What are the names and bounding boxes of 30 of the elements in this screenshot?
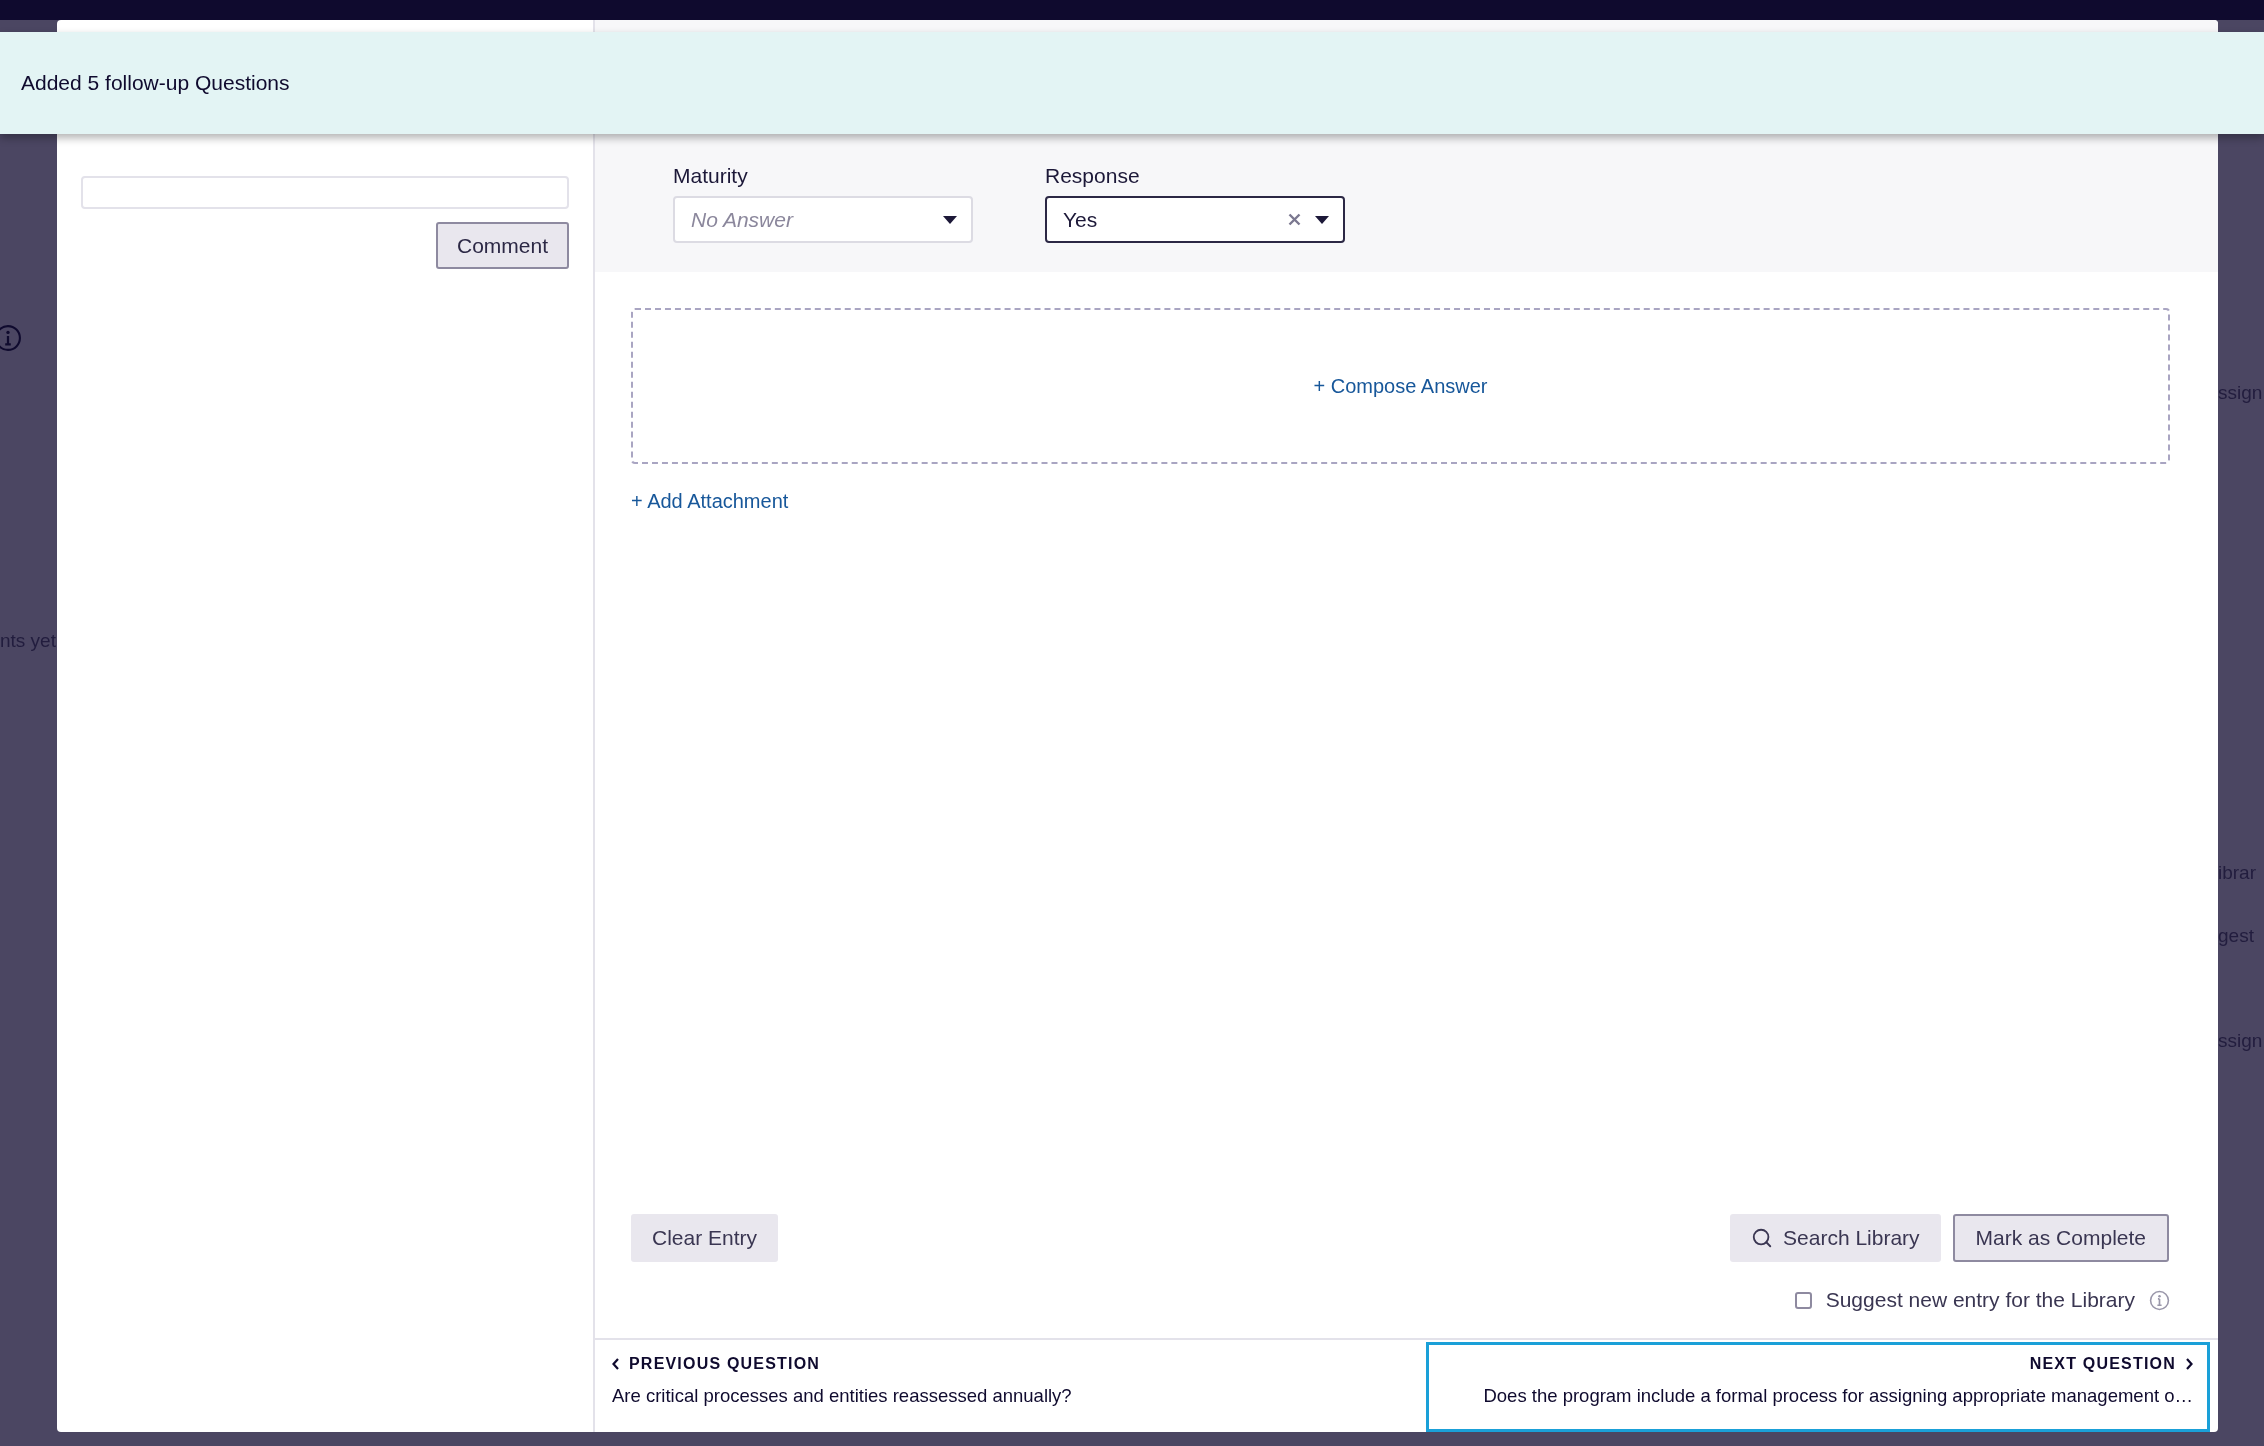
select-placeholder: No Answer: [691, 207, 795, 232]
search-icon: [1751, 1227, 1774, 1249]
question-nav-card[interactable]: NEXT QUESTION Does the program include a formal process for assigning appropriate management o…: [1426, 1342, 2210, 1432]
checkbox-label: Suggest new entry for the Library: [1825, 1288, 2135, 1312]
notification-message: Added 5 follow-up Questions: [21, 71, 290, 95]
question-nav-card[interactable]: PREVIOUS QUESTION Are critical processes and entities reassessed annually?: [595, 1342, 1379, 1432]
comment-field[interactable]: [81, 176, 569, 209]
clear-entry-button[interactable]: Clear Entry: [631, 1214, 779, 1262]
compose-answer-button[interactable]: + Compose Answer: [631, 308, 2170, 464]
chevron-left-icon: [612, 1358, 620, 1370]
field-label: Maturity: [673, 164, 749, 188]
checkbox[interactable]: [1794, 1291, 1812, 1309]
question-text: Does the program include a formal process for assigning appropriate management o…: [1483, 1385, 2193, 1407]
clear-icon[interactable]: [1288, 213, 1301, 226]
search-library-button[interactable]: Search Library: [1730, 1214, 1941, 1262]
info-icon[interactable]: [2149, 1289, 2170, 1311]
add-attachment-link[interactable]: + Add Attachment: [631, 490, 789, 513]
select-field[interactable]: No Answer: [673, 196, 973, 243]
caret-icon: [1315, 215, 1329, 224]
select-field[interactable]: Yes: [1045, 196, 1345, 243]
info-icon: [0, 324, 22, 352]
question-nav-link[interactable]: PREVIOUS QUESTION: [612, 1355, 821, 1373]
select-value: Yes: [1063, 207, 1099, 232]
caret-icon: [943, 215, 957, 224]
question-text: Are critical processes and entities reassessed annually?: [612, 1385, 1072, 1407]
field-label: Response: [1045, 164, 1141, 188]
chevron-right-icon: [2185, 1358, 2193, 1370]
mark-complete-button[interactable]: Mark as Complete: [1952, 1214, 2169, 1262]
question-nav-link[interactable]: NEXT QUESTION: [2029, 1355, 2193, 1373]
comment-button[interactable]: Comment: [435, 222, 569, 269]
